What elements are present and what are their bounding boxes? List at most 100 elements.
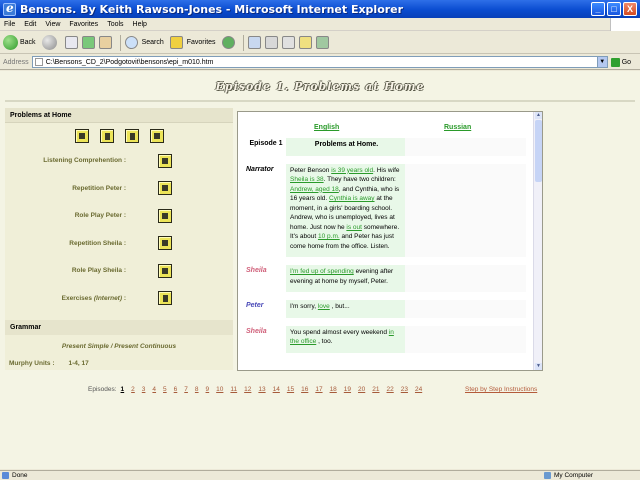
play-button-icon[interactable] bbox=[158, 181, 172, 196]
search-icon bbox=[124, 36, 138, 49]
favorites-button[interactable]: Favorites bbox=[169, 36, 216, 49]
episode-link[interactable]: 10 bbox=[216, 386, 223, 393]
english-line: You spend almost every weekend in the of… bbox=[286, 325, 405, 353]
episode-link[interactable]: 14 bbox=[273, 386, 280, 393]
exercises-button-icon[interactable] bbox=[158, 291, 172, 306]
window-title: Bensons. By Keith Rawson-Jones - Microso… bbox=[20, 2, 404, 16]
speaker-name: Sheila bbox=[246, 327, 267, 335]
menu-tools[interactable]: Tools bbox=[107, 21, 123, 28]
edit-icon[interactable] bbox=[281, 36, 295, 49]
status-bar: Done My Computer bbox=[0, 470, 640, 480]
menu-file[interactable]: File bbox=[4, 21, 15, 28]
address-url: C:\Bensons_CD_2\Podgotovit\bensons\epi_m… bbox=[45, 58, 214, 66]
address-bar: Address C:\Bensons_CD_2\Podgotovit\benso… bbox=[0, 55, 640, 70]
vocab-link[interactable]: Sheila is 38 bbox=[290, 176, 324, 183]
line-text: , but... bbox=[329, 303, 350, 310]
go-arrow-icon bbox=[610, 57, 620, 67]
search-button[interactable]: Search bbox=[124, 36, 164, 49]
play-button-icon[interactable] bbox=[158, 263, 172, 278]
activity-row: Role Play Sheila : bbox=[5, 257, 233, 285]
zone-indicator: My Computer bbox=[544, 472, 593, 479]
episode-link[interactable]: 22 bbox=[387, 386, 394, 393]
go-button[interactable]: Go bbox=[610, 57, 631, 67]
menu-view[interactable]: View bbox=[45, 21, 60, 28]
episode-link[interactable]: 24 bbox=[415, 386, 422, 393]
episode-link[interactable]: 1 bbox=[121, 386, 125, 393]
minimize-button[interactable]: _ bbox=[591, 2, 605, 16]
address-input[interactable]: C:\Bensons_CD_2\Podgotovit\bensons\epi_m… bbox=[31, 56, 608, 68]
prev-button-icon[interactable] bbox=[74, 129, 89, 143]
window-controls: _ □ X bbox=[591, 2, 637, 16]
activity-label: Role Play Sheila : bbox=[71, 267, 126, 275]
menu-bar: File Edit View Favorites Tools Help bbox=[0, 18, 640, 31]
episode-link[interactable]: 6 bbox=[174, 386, 178, 393]
episode-link[interactable]: 13 bbox=[258, 386, 265, 393]
vocab-link[interactable]: 10 p.m. bbox=[318, 233, 340, 240]
speaker-name: Sheila bbox=[246, 267, 267, 274]
episode-link[interactable]: 4 bbox=[152, 386, 156, 393]
stop-icon[interactable] bbox=[64, 36, 78, 49]
play-button-icon[interactable] bbox=[158, 236, 172, 251]
info-button-icon[interactable] bbox=[149, 129, 164, 143]
mail-icon[interactable] bbox=[247, 36, 261, 49]
tab-english[interactable]: English bbox=[314, 124, 339, 131]
scroll-down-icon[interactable]: ▼ bbox=[535, 363, 542, 370]
vocab-link[interactable]: Andrew, aged 18 bbox=[290, 186, 339, 193]
episode-link[interactable]: 18 bbox=[330, 386, 337, 393]
grammar-header: Grammar bbox=[5, 320, 233, 335]
vertical-scrollbar[interactable]: ▲ ▼ bbox=[533, 112, 542, 370]
notes-button-icon[interactable] bbox=[124, 129, 139, 143]
tab-russian[interactable]: Russian bbox=[444, 124, 471, 131]
episode-link[interactable]: 3 bbox=[142, 386, 146, 393]
line-text: , too. bbox=[316, 338, 333, 345]
instructions-link[interactable]: Step by Step Instructions bbox=[465, 386, 537, 393]
home-icon[interactable] bbox=[98, 36, 112, 49]
chevron-down-icon[interactable]: ▼ bbox=[596, 57, 607, 67]
media-icon[interactable] bbox=[221, 36, 235, 49]
episode-link[interactable]: 8 bbox=[195, 386, 199, 393]
print-icon[interactable] bbox=[264, 36, 278, 49]
russian-cell bbox=[405, 300, 526, 318]
episode-link[interactable]: 21 bbox=[372, 386, 379, 393]
menu-help[interactable]: Help bbox=[133, 21, 147, 28]
vocab-link[interactable]: Cynthia is away bbox=[329, 195, 375, 202]
episode-link[interactable]: 19 bbox=[344, 386, 351, 393]
back-button[interactable]: Back bbox=[3, 35, 36, 50]
episode-link[interactable]: 16 bbox=[301, 386, 308, 393]
refresh-icon[interactable] bbox=[81, 36, 95, 49]
episode-link[interactable]: 17 bbox=[315, 386, 322, 393]
episode-link[interactable]: 20 bbox=[358, 386, 365, 393]
menu-edit[interactable]: Edit bbox=[24, 21, 36, 28]
windows-logo-icon bbox=[610, 18, 640, 31]
dialog-table: Episode 1 Problems at Home. Narrator Pete… bbox=[246, 138, 534, 353]
language-tabs: English Russian bbox=[238, 124, 534, 136]
scroll-up-icon[interactable]: ▲ bbox=[535, 112, 542, 119]
play-button-icon[interactable] bbox=[158, 208, 172, 223]
document-button-icon[interactable] bbox=[99, 129, 114, 143]
episode-link[interactable]: 5 bbox=[163, 386, 167, 393]
episode-link[interactable]: 9 bbox=[206, 386, 210, 393]
episode-link[interactable]: 7 bbox=[184, 386, 188, 393]
back-label: Back bbox=[20, 39, 36, 46]
episode-link[interactable]: 12 bbox=[244, 386, 251, 393]
play-button-icon[interactable] bbox=[158, 153, 172, 168]
maximize-button[interactable]: □ bbox=[607, 2, 621, 16]
vocab-link[interactable]: I'm fed up of spending bbox=[290, 268, 354, 275]
episode-link[interactable]: 2 bbox=[131, 386, 135, 393]
scroll-thumb[interactable] bbox=[535, 120, 542, 182]
close-button[interactable]: X bbox=[623, 2, 637, 16]
discuss-icon[interactable] bbox=[298, 36, 312, 49]
vocab-link[interactable]: is 39 years old bbox=[331, 167, 373, 174]
vocab-link[interactable]: love bbox=[318, 303, 330, 310]
line-text: Peter Benson bbox=[290, 166, 332, 174]
episode-link[interactable]: 23 bbox=[401, 386, 408, 393]
menu-favorites[interactable]: Favorites bbox=[69, 21, 98, 28]
episode-link[interactable]: 11 bbox=[230, 386, 237, 393]
episode-link[interactable]: 15 bbox=[287, 386, 294, 393]
forward-button[interactable] bbox=[41, 35, 59, 50]
vocab-link[interactable]: is out bbox=[346, 224, 362, 231]
exercises-colon: : bbox=[123, 294, 126, 302]
activity-row: Repetition Peter : bbox=[5, 175, 233, 203]
page-banner: Episode 1. Problems at Home bbox=[215, 80, 425, 93]
messenger-icon[interactable] bbox=[315, 36, 329, 49]
